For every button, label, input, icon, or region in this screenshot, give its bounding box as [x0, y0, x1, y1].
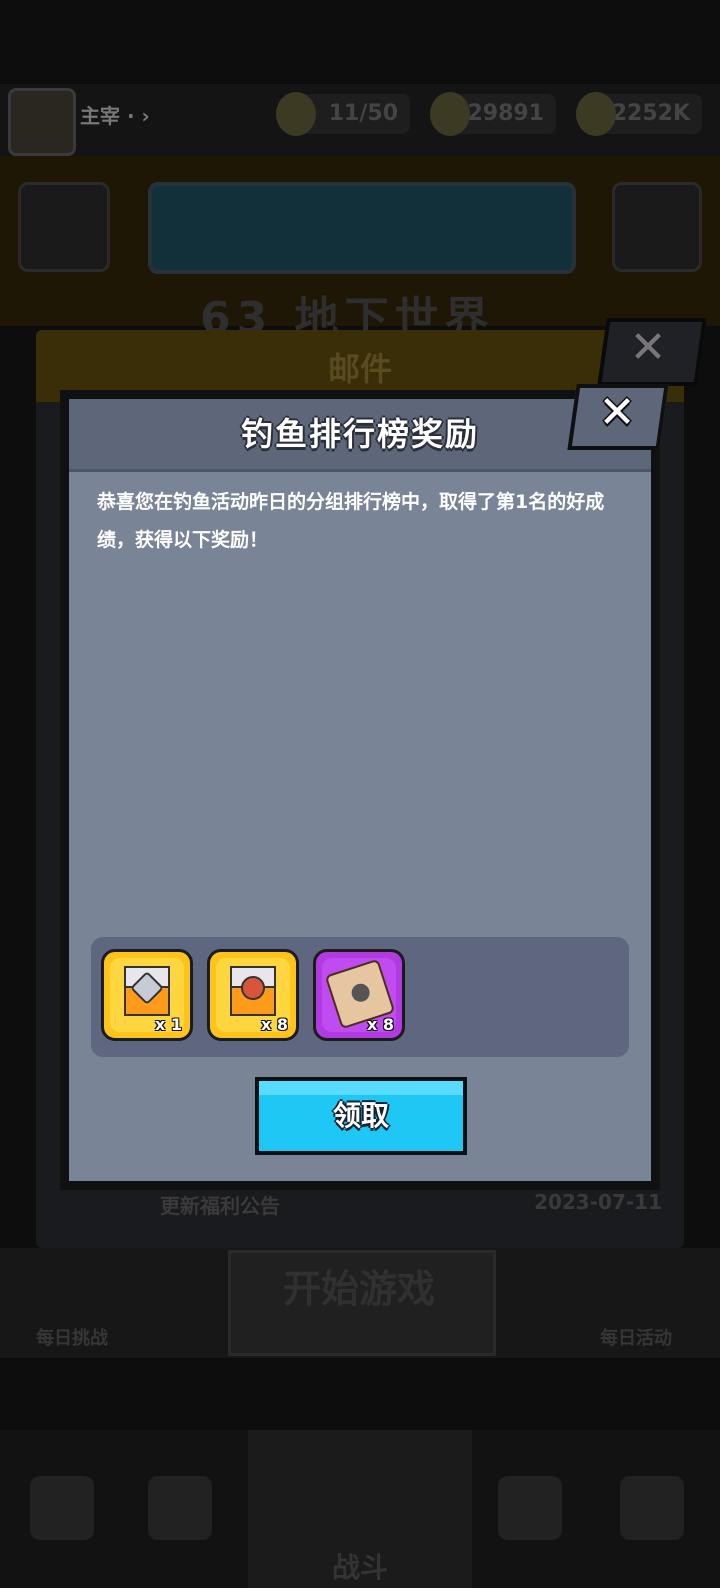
close-icon: ✕ [629, 322, 667, 373]
gold-chest-red-icon [230, 966, 276, 1020]
chest-lock [241, 976, 265, 1000]
nav-hero-icon[interactable] [148, 1476, 212, 1540]
dialog-close-button[interactable]: ✕ [567, 384, 669, 450]
start-game-label: 开始游戏 [282, 1267, 435, 1311]
coin-icon [430, 92, 470, 136]
daily-event-label: 每日活动 [600, 1328, 672, 1349]
reward-dialog: 钓鱼排行榜奖励 恭喜您在钓鱼活动昨日的分组排行榜中，取得了第1名的好成绩，获得以… [64, 394, 656, 1186]
reward-message: 恭喜您在钓鱼活动昨日的分组排行榜中，取得了第1名的好成绩，获得以下奖励！ [97, 491, 605, 551]
daily-challenge-label: 每日挑战 [36, 1328, 108, 1349]
event-banner[interactable] [148, 182, 576, 274]
nav-shop-icon[interactable] [30, 1476, 94, 1540]
dialog-title: 钓鱼排行榜奖励 [240, 415, 479, 453]
reward-quantity: x 1 [154, 1015, 182, 1034]
gem-icon [576, 92, 616, 136]
reward-list: x 1 x 8 x 8 [91, 937, 629, 1057]
puzzle-emblem [349, 981, 372, 1005]
claim-button[interactable]: 领取 [255, 1077, 467, 1155]
reward-item[interactable]: x 1 [101, 949, 193, 1041]
energy-value: 11/50 [328, 101, 398, 126]
nav-guild-icon[interactable] [498, 1476, 562, 1540]
reward-item[interactable]: x 8 [207, 949, 299, 1041]
gold-chest-icon [124, 966, 170, 1020]
dialog-header: 钓鱼排行榜奖励 [69, 399, 651, 472]
reward-quantity: x 8 [260, 1015, 288, 1034]
claim-button-label: 领取 [332, 1099, 389, 1132]
mail-notice-date: 2023-07-11 [534, 1190, 662, 1214]
nav-weapon-icon[interactable] [620, 1476, 684, 1540]
nav-battle-label: 战斗 [331, 1551, 388, 1584]
coin-counter[interactable]: 29891 [430, 92, 556, 136]
reward-quantity: x 8 [366, 1015, 394, 1034]
menu-button[interactable] [18, 182, 110, 272]
mail-notice-title: 更新福利公告 [160, 1194, 280, 1218]
player-name: 主宰 · › [80, 104, 150, 128]
energy-icon [276, 92, 316, 136]
gem-counter[interactable]: 2252K [576, 92, 702, 136]
reward-item[interactable]: x 8 [313, 949, 405, 1041]
close-icon: ✕ [598, 387, 636, 438]
side-event-button[interactable] [612, 182, 702, 272]
coin-value: 29891 [467, 101, 544, 126]
energy-counter[interactable]: 11/50 [276, 92, 410, 136]
avatar[interactable] [8, 88, 76, 156]
gem-value: 2252K [611, 101, 690, 126]
